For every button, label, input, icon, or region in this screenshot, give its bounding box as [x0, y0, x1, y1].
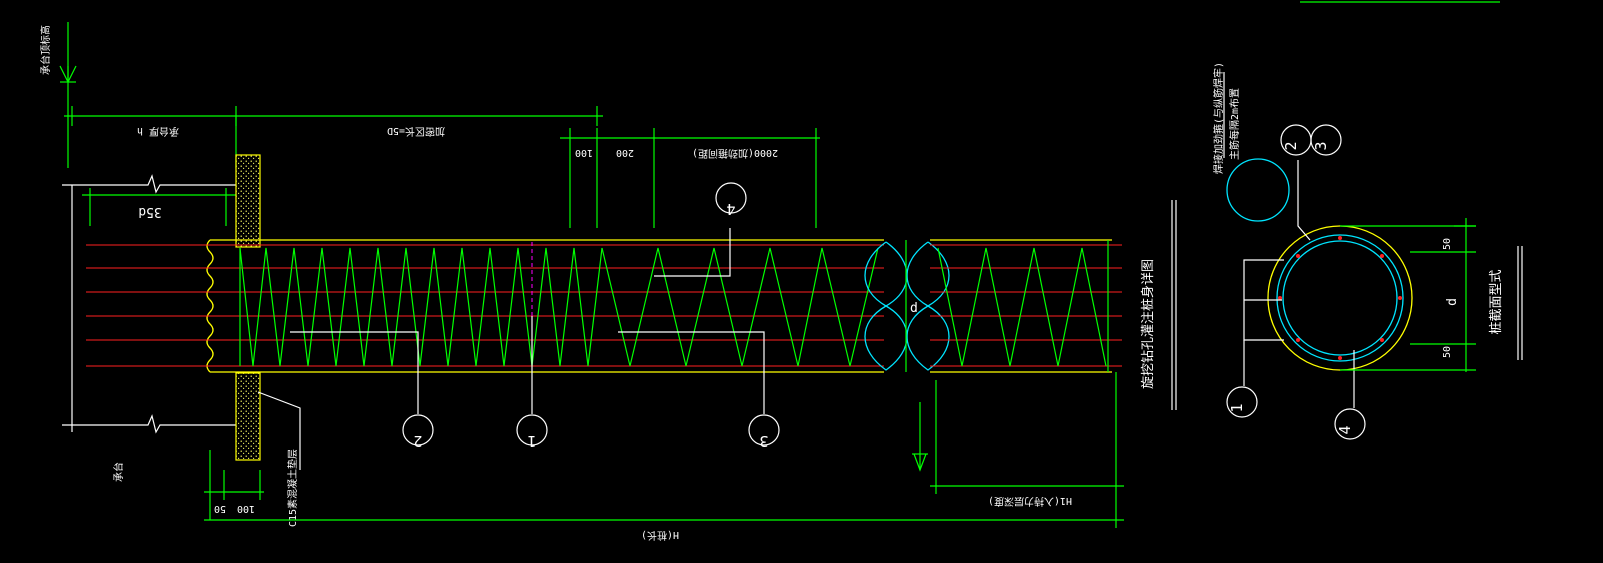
- pile-detail-title-block: 旋挖钻孔灌注桩身详图: [1140, 200, 1177, 410]
- dim-5d-label: 加密区长=5D: [387, 125, 445, 138]
- dim-2000-label: 2000(加劲箍间距): [692, 147, 778, 160]
- section-title: 桩截面型式: [1489, 269, 1504, 334]
- section-dim-50-top: 50: [1442, 238, 1453, 250]
- section-callout-2: 2: [1282, 141, 1300, 150]
- section-callout-3: 3: [1312, 141, 1330, 150]
- break-symbol: d: [864, 240, 950, 372]
- dim-35d-label: 35d: [138, 204, 161, 219]
- dim-100-label: 100: [575, 147, 593, 158]
- callout-2: 2: [413, 432, 422, 450]
- dim-100-bottom-label: 100: [237, 503, 255, 514]
- dim-h-label: 承台厚 h: [137, 125, 179, 138]
- cap-label: 承台: [112, 462, 125, 482]
- callout-1: 1: [527, 432, 536, 450]
- callout-3: 3: [759, 432, 768, 450]
- section-dim-50-bottom: 50: [1442, 346, 1453, 358]
- pile-body-right: [930, 239, 1122, 373]
- stiffener-note-1: 焊接加劲箍(与纵筋焊牢): [1212, 62, 1225, 174]
- section-dim-d: d: [1445, 298, 1460, 306]
- bottom-dimensions: 50 100 H(桩长) H1(入持力层深度): [204, 372, 1124, 542]
- section-callout-4: 4: [1336, 425, 1354, 434]
- dim-200-label: 200: [616, 147, 634, 158]
- top-dimension: 承台厚 h 加密区长=5D: [64, 106, 603, 168]
- dim-h-total-label: H(桩长): [641, 529, 679, 542]
- cad-drawing: 承台顶标高 承台厚 h 加密区长=5D 100 200 2000(加劲箍间距) …: [39, 1, 1523, 542]
- dim-h1-label: H1(入持力层深度): [988, 495, 1072, 508]
- section-callout-1: 1: [1228, 403, 1246, 412]
- spacing-dimensions: 100 200 2000(加劲箍间距): [560, 128, 820, 228]
- concrete-bedding: C15素混凝土垫层: [235, 154, 301, 527]
- dim-d-label: d: [910, 301, 918, 316]
- pile-section: 焊接加劲箍(与纵筋焊牢) 主筋每隔2m布置 2 3 1 4 50 d 50 桩截…: [1212, 62, 1523, 440]
- elevation-marker: 承台顶标高: [39, 22, 77, 168]
- dim-50-label: 50: [214, 503, 226, 514]
- stiffener-note-2: 主筋每隔2m布置: [1228, 88, 1241, 160]
- elevation-label: 承台顶标高: [39, 25, 52, 75]
- pile-cap: 35d 承台: [62, 174, 236, 482]
- callout-4: 4: [726, 200, 735, 218]
- c15-label: C15素混凝土垫层: [286, 449, 299, 527]
- pile-detail-title: 旋挖钻孔灌注桩身详图: [1140, 259, 1156, 389]
